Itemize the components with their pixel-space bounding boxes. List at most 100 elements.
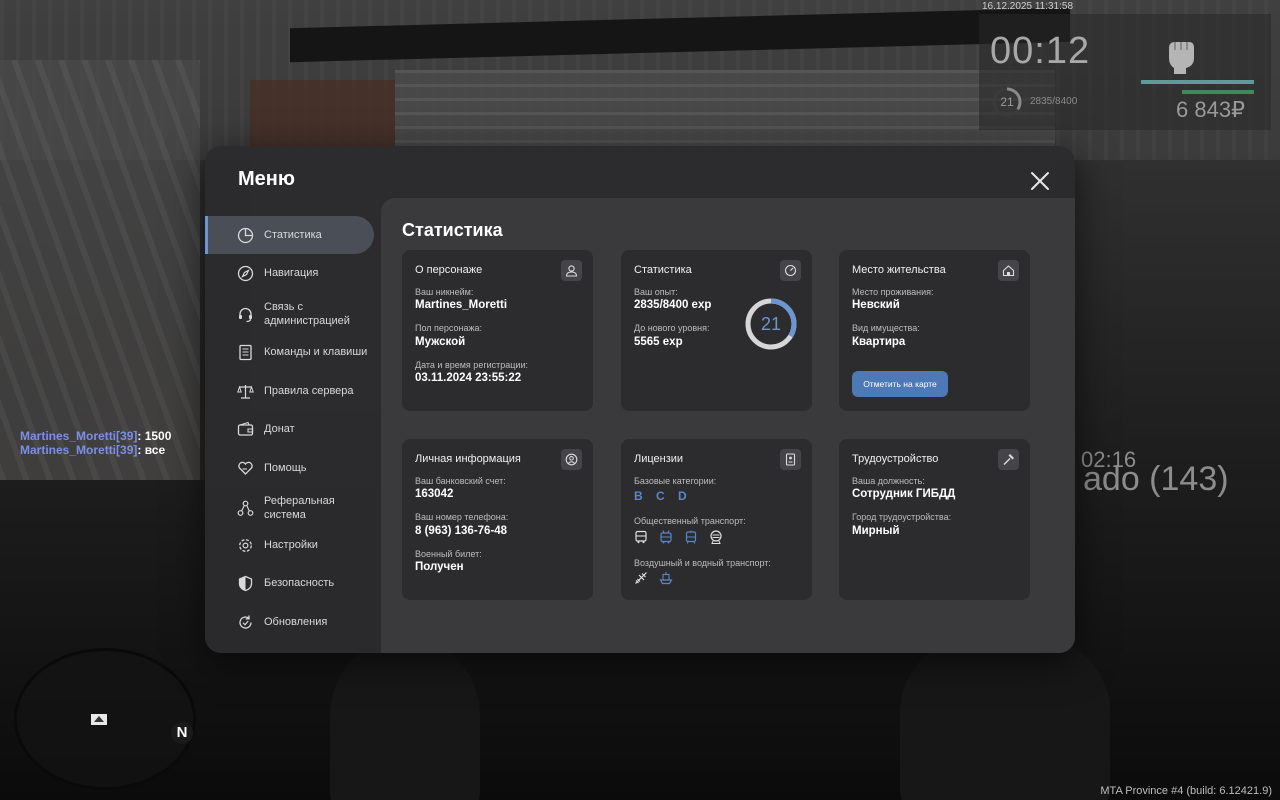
sidebar-item-settings[interactable]: Настройки — [205, 526, 374, 564]
sidebar-item-label: Команды и клавиши — [264, 346, 368, 358]
sidebar-item-security[interactable]: Безопасность — [205, 564, 374, 602]
property-type-label: Вид имущества: — [852, 323, 920, 333]
card-title: Статистика — [634, 264, 692, 276]
health-bar — [1141, 80, 1254, 84]
card-character: О персонаже Ваш никнейм: Martines_Morett… — [402, 250, 593, 411]
level-number: 21 — [760, 314, 782, 334]
card-title: Личная информация — [415, 453, 521, 465]
compass-icon — [237, 265, 254, 281]
gender-value: Мужской — [415, 336, 466, 348]
gender-label: Пол персонажа: — [415, 323, 483, 333]
card-icon — [780, 260, 801, 281]
job-city-value: Мирный — [852, 525, 900, 537]
sidebar-item-label: Помощь — [264, 462, 307, 474]
hud-exp: 2835/8400 — [1030, 96, 1078, 107]
sidebar-item-admin-contact[interactable]: Связь с администрацией — [205, 294, 374, 334]
scales-icon — [237, 384, 254, 399]
property-type-value: Квартира — [852, 336, 906, 348]
build-info: MTA Province #4 (build: 6.12421.9) — [1100, 785, 1272, 797]
chat-name: Martines_Moretti[39] — [20, 429, 138, 443]
residence-place-value: Невский — [852, 299, 900, 311]
sidebar-item-statistics[interactable]: Статистика — [205, 216, 374, 254]
phone-value: 8 (963) 136-76-48 — [415, 525, 508, 537]
wallet-icon — [237, 421, 254, 436]
public-transport-icons — [634, 530, 723, 544]
user-icon — [565, 265, 578, 277]
registration-label: Дата и время регистрации: — [415, 360, 528, 370]
sidebar-item-label: Настройки — [264, 539, 318, 551]
heart-hand-icon — [238, 461, 253, 475]
armor-bar — [1182, 90, 1254, 94]
residence-place-label: Место проживания: — [852, 287, 934, 297]
network-icon — [237, 500, 254, 516]
card-icon — [561, 449, 582, 470]
chat-text: : все — [137, 443, 166, 457]
player-marker-icon — [91, 714, 107, 725]
card-residence: Место жительства Место проживания: Невск… — [839, 250, 1030, 411]
nickname-label: Ваш никнейм: — [415, 287, 474, 297]
nickname-value: Martines_Moretti — [415, 299, 508, 311]
hud-money: 6 843₽ — [1176, 97, 1246, 122]
card-icon — [561, 260, 582, 281]
chat-name: Martines_Moretti[39] — [20, 443, 138, 457]
left-wall — [0, 60, 200, 480]
next-level-label: До нового уровня: — [634, 323, 710, 333]
character-figure — [900, 630, 1110, 800]
trolleybus-icon — [660, 530, 672, 544]
base-categories-label: Базовые категории: — [634, 476, 717, 486]
job-city-label: Город трудоустройства: — [852, 512, 952, 522]
close-icon[interactable] — [1027, 168, 1053, 194]
hud-zone-label: ado (143) — [1083, 460, 1229, 498]
boat-icon — [659, 572, 673, 585]
hud-level: 21 — [1000, 95, 1014, 109]
fist-icon — [1169, 42, 1194, 74]
card-statistics: Статистика Ваш опыт: 2835/8400 exp До но… — [621, 250, 812, 411]
sidebar-item-navigation[interactable]: Навигация — [205, 254, 374, 292]
sidebar-item-donate[interactable]: Донат — [205, 410, 374, 448]
registration-value: 03.11.2024 23:55:22 — [415, 372, 522, 384]
airplane-icon — [635, 572, 647, 584]
card-icon — [998, 449, 1019, 470]
card-licenses: Лицензии Базовые категории: B C D Общест… — [621, 439, 812, 600]
air-water-transport-label: Воздушный и водный транспорт: — [634, 558, 771, 568]
hud-datetime: 16.12.2025 11:31:58 — [982, 1, 1074, 12]
sidebar-item-label: Реферальная система — [264, 495, 335, 521]
military-id-label: Военный билет: — [415, 549, 482, 559]
refresh-icon — [239, 615, 252, 629]
chat-text: : 1500 — [137, 429, 172, 443]
character-figure — [330, 640, 480, 800]
sidebar-item-help[interactable]: Помощь — [205, 449, 374, 487]
air-water-transport-icons — [634, 571, 673, 585]
north-indicator: N — [171, 722, 193, 744]
next-level-value: 5565 exp — [634, 336, 683, 348]
gear-icon — [239, 538, 252, 552]
card-title: О персонаже — [415, 264, 483, 276]
content-area: Статистика О персонаже Ваш никнейм: Mart… — [381, 198, 1075, 653]
card-personal-info: Личная информация Ваш банковский счет: 1… — [402, 439, 593, 600]
card-icon — [780, 449, 801, 470]
tram-icon — [685, 530, 697, 544]
sidebar-item-commands[interactable]: Команды и клавиши — [205, 333, 374, 371]
house-icon — [1002, 265, 1015, 277]
bus-icon — [635, 530, 647, 544]
shield-icon — [238, 575, 253, 591]
base-categories-value: B C D — [634, 489, 692, 503]
menu-modal: Меню Статистика Навигация Связь с админи… — [205, 146, 1075, 653]
military-id-value: Получен — [415, 561, 464, 573]
sidebar-item-label: Связь с администрацией — [264, 301, 350, 327]
chat-line: Martines_Moretti[39]: все — [20, 443, 171, 457]
sidebar-item-rules[interactable]: Правила сервера — [205, 372, 374, 410]
sidebar-item-label: Правила сервера — [264, 385, 354, 397]
card-employment: Трудоустройство Ваша должность: Сотрудни… — [839, 439, 1030, 600]
card-title: Лицензии — [634, 453, 684, 465]
pie-chart-icon — [237, 227, 254, 243]
job-position-label: Ваша должность: — [852, 476, 925, 486]
headset-icon — [239, 307, 252, 322]
sidebar-item-updates[interactable]: Обновления — [205, 603, 374, 641]
mark-on-map-button[interactable]: Отметить на карте — [852, 371, 948, 397]
bank-account-value: 163042 — [415, 488, 454, 500]
metro-icon — [710, 530, 722, 544]
sidebar-item-referral[interactable]: Реферальная система — [205, 488, 374, 528]
sidebar-item-label: Навигация — [264, 267, 319, 279]
card-icon — [998, 260, 1019, 281]
